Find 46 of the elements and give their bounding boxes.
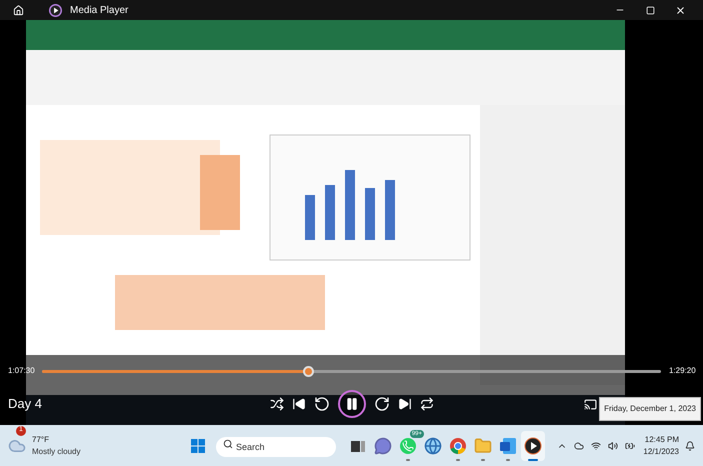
previous-icon	[292, 397, 306, 411]
notification-icon[interactable]	[685, 440, 695, 450]
repeat-icon	[420, 397, 434, 411]
temperature: 77°F	[32, 434, 50, 446]
cast-button[interactable]	[584, 398, 597, 410]
globe-icon	[424, 436, 442, 454]
clock[interactable]: 12:45 PM 12/1/2023	[643, 434, 679, 458]
phone-icon	[400, 438, 416, 454]
next-icon	[398, 397, 412, 411]
document-icon	[499, 436, 517, 454]
home-icon[interactable]	[13, 4, 24, 16]
play-logo-icon	[49, 4, 62, 16]
pause-button[interactable]	[338, 390, 366, 418]
volume-icon[interactable]	[608, 440, 618, 450]
search-icon	[223, 438, 233, 448]
window-title: Media Player	[70, 4, 128, 18]
chrome-icon	[449, 436, 467, 454]
weather-condition: Mostly cloudy	[32, 446, 80, 458]
forward-button[interactable]	[374, 396, 390, 412]
video-title: Day 4	[8, 395, 43, 414]
taskbar-app[interactable]	[521, 430, 545, 460]
forward-icon	[374, 396, 390, 412]
clock-date: 12/1/2023	[643, 446, 679, 458]
date-tooltip: Friday, December 1, 2023	[599, 397, 701, 421]
total-time: 1:29:20	[669, 365, 695, 377]
shuffle-icon	[270, 397, 284, 411]
elapsed-time: 1:07:30	[8, 365, 34, 377]
close-icon	[674, 4, 686, 16]
rewind-icon	[314, 396, 330, 412]
play-logo-icon	[524, 436, 542, 454]
maximize-icon	[646, 6, 654, 14]
search-field[interactable]: Search	[216, 436, 336, 456]
clock-time: 12:45 PM	[644, 434, 679, 446]
pause-icon	[345, 397, 359, 411]
cast-icon	[584, 398, 597, 410]
battery-icon[interactable]	[625, 440, 636, 450]
rewind-button[interactable]	[314, 396, 330, 412]
windows-logo-icon	[191, 438, 205, 452]
shuffle-button[interactable]	[270, 397, 284, 411]
repeat-button[interactable]	[420, 397, 434, 411]
cloud-icon[interactable]	[574, 440, 584, 450]
folder-icon	[474, 436, 492, 454]
chat-icon	[374, 436, 392, 454]
next-button[interactable]	[398, 397, 412, 411]
previous-button[interactable]	[292, 397, 306, 411]
wifi-icon[interactable]	[591, 440, 602, 450]
